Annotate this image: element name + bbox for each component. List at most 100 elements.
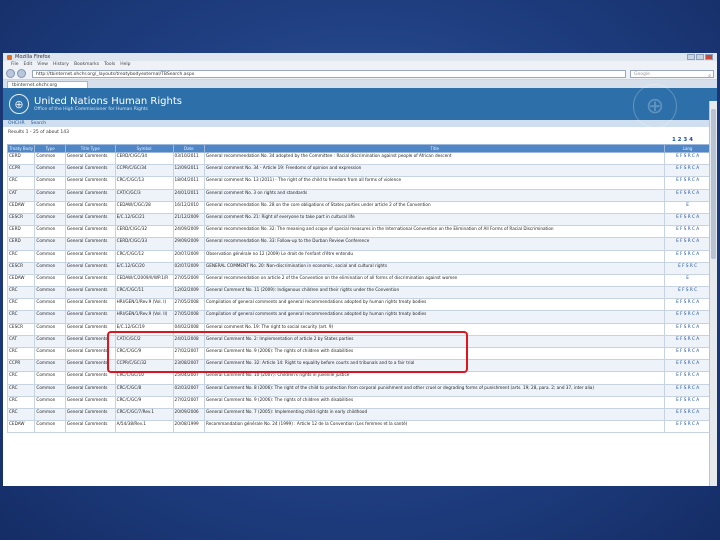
symbol-cell[interactable]: CRC/C/GC/9 <box>114 395 174 409</box>
symbol-cell[interactable]: E/C.12/GC/21 <box>114 212 174 227</box>
header-treaty[interactable]: Treaty Body <box>6 144 36 153</box>
symbol-cell[interactable]: CRC/C/GC/11 <box>114 286 174 300</box>
title-cell[interactable]: General Comment No. 9 (2006): The rights… <box>204 395 666 409</box>
symbol-cell[interactable]: CAT/C/GC/2 <box>114 334 174 349</box>
forward-button[interactable] <box>17 69 26 78</box>
title-cell[interactable]: General comment No. 19: The right to soc… <box>204 322 666 336</box>
search-input[interactable]: Google ⌕ <box>630 69 714 80</box>
menu-view[interactable]: View <box>37 62 48 67</box>
title-cell[interactable]: Compilation of general comments and gene… <box>204 298 666 312</box>
back-button[interactable] <box>6 69 15 78</box>
title-cell[interactable]: Compilation of general comments and gene… <box>204 310 666 324</box>
symbol-cell[interactable]: CERD/C/GC/32 <box>114 225 174 239</box>
symbol-cell[interactable]: CRC/C/GC/13 <box>114 176 174 190</box>
title-cell[interactable]: General recommendation No. 32: The meani… <box>204 225 666 239</box>
lang-cell[interactable]: E F S R C A <box>664 237 711 251</box>
title-cell[interactable]: General comment No. 21: Right of everyon… <box>204 212 666 227</box>
symbol-cell[interactable]: CRC/C/GC/9 <box>114 346 174 361</box>
lang-cell[interactable]: E F S R C A <box>664 188 711 202</box>
lang-cell[interactable]: E F S R C <box>664 286 711 300</box>
title-cell[interactable]: General Comment No. 11 (2009): Indigenou… <box>204 286 666 300</box>
title-cell[interactable]: General Comment No. 32: Article 14: Righ… <box>204 359 666 373</box>
subnav-ohchr[interactable]: OHCHR <box>8 121 25 126</box>
lang-cell[interactable]: E F S R C A <box>664 420 711 434</box>
symbol-cell[interactable]: CRC/C/GC/10 <box>114 371 174 385</box>
symbol-cell[interactable]: CEDAW/C/2009/II/WP.1/R <box>114 273 174 288</box>
title-type-cell: General Comments <box>64 420 116 434</box>
header-date[interactable]: Date <box>172 144 206 153</box>
browser-tab[interactable]: tbinternet.ohchr.org <box>7 81 89 88</box>
symbol-cell[interactable]: CERD/C/GC/34 <box>114 151 174 166</box>
title-cell[interactable]: General comment No. 34 - Article 19: Fre… <box>204 164 666 178</box>
symbol-cell[interactable]: CCPR/C/GC/34 <box>114 164 174 178</box>
symbol-cell[interactable]: CRC/C/GC/8 <box>114 383 174 397</box>
menu-history[interactable]: History <box>53 62 69 67</box>
minimize-button[interactable] <box>687 54 695 60</box>
search-icon[interactable]: ⌕ <box>708 72 711 80</box>
title-cell[interactable]: GENERAL COMMENT No. 20: Non-discriminati… <box>204 261 666 275</box>
title-cell[interactable]: General Comment No. 10 (2007): Children'… <box>204 371 666 385</box>
symbol-cell[interactable]: CEDAW/C/GC/28 <box>114 200 174 214</box>
symbol-cell[interactable]: CRC/C/GC/7/Rev.1 <box>114 407 174 422</box>
header-title[interactable]: Title <box>204 144 666 153</box>
lang-cell[interactable]: E F S R C <box>664 261 711 275</box>
scrollbar-thumb[interactable] <box>711 109 716 259</box>
vertical-scrollbar[interactable] <box>709 101 717 486</box>
pagination[interactable]: 1 2 3 4 <box>3 136 717 144</box>
header-symbol[interactable]: Symbol <box>114 144 174 153</box>
lang-cell[interactable]: E <box>664 273 711 288</box>
address-bar[interactable]: http://tbinternet.ohchr.org/_layouts/tre… <box>32 69 626 78</box>
title-cell[interactable]: General comment No. 13 (2011) - The righ… <box>204 176 666 190</box>
symbol-cell[interactable]: A/54/38/Rev.1 <box>114 420 174 434</box>
lang-cell[interactable]: E F S R C A <box>664 249 711 263</box>
lang-cell[interactable]: E F S R C A <box>664 359 711 373</box>
lang-cell[interactable]: E F S R C A <box>664 407 711 422</box>
lang-cell[interactable]: E F S R C A <box>664 176 711 190</box>
date-cell: 23/08/2007 <box>172 359 206 373</box>
maximize-button[interactable] <box>696 54 704 60</box>
menu-help[interactable]: Help <box>120 62 130 67</box>
header-type[interactable]: Type <box>34 144 66 153</box>
lang-cell[interactable]: E F S R C A <box>664 164 711 178</box>
lang-cell[interactable]: E F S R C A <box>664 225 711 239</box>
symbol-cell[interactable]: E/C.12/GC/20 <box>114 261 174 275</box>
title-cell[interactable]: General Comment No. 2: Implementation of… <box>204 334 666 349</box>
lang-cell[interactable]: E F S R C A <box>664 151 711 166</box>
symbol-cell[interactable]: HRI/GEN/1/Rev.9 (Vol. I) <box>114 298 174 312</box>
menu-file[interactable]: File <box>11 62 19 67</box>
symbol-cell[interactable]: E/C.12/GC/19 <box>114 322 174 336</box>
header-title-type[interactable]: Title Type <box>64 144 116 153</box>
symbol-cell[interactable]: CCPR/C/GC/32 <box>114 359 174 373</box>
title-cell[interactable]: General Comment No. 9 (2006): The rights… <box>204 346 666 361</box>
title-cell[interactable]: General recommendation No. 28 on the cor… <box>204 200 666 214</box>
lang-cell[interactable]: E <box>664 200 711 214</box>
title-cell[interactable]: General recommendation No. 33: Follow-up… <box>204 237 666 251</box>
lang-cell[interactable]: E F S R C A <box>664 310 711 324</box>
title-cell[interactable]: General comment No. 3 on rights and stan… <box>204 188 666 202</box>
lang-cell[interactable]: E F S R C A <box>664 395 711 409</box>
title-cell[interactable]: General Comment No. 8 (2006): The right … <box>204 383 666 397</box>
lang-cell[interactable]: E F S R C A <box>664 322 711 336</box>
lang-cell[interactable]: E F S R C A <box>664 383 711 397</box>
symbol-cell[interactable]: CERD/C/GC/33 <box>114 237 174 251</box>
symbol-cell[interactable]: CRC/C/GC/12 <box>114 249 174 263</box>
title-cell[interactable]: Recommandation générale No. 24 (1999) : … <box>204 420 666 434</box>
date-cell: 27/05/2008 <box>172 298 206 312</box>
title-cell[interactable]: General recommendation on article 2 of t… <box>204 273 666 288</box>
subnav-search[interactable]: Search <box>31 121 46 126</box>
menu-bookmarks[interactable]: Bookmarks <box>74 62 99 67</box>
lang-cell[interactable]: E F S R C A <box>664 371 711 385</box>
title-cell[interactable]: General Comment No. 7 (2005): Implementi… <box>204 407 666 422</box>
menu-edit[interactable]: Edit <box>24 62 33 67</box>
title-cell[interactable]: Observation générale no 12 (2009) Le dro… <box>204 249 666 263</box>
lang-cell[interactable]: E F S R C A <box>664 334 711 349</box>
menu-tools[interactable]: Tools <box>104 62 115 67</box>
close-button[interactable] <box>705 54 713 60</box>
lang-cell[interactable]: E F S R C A <box>664 346 711 361</box>
lang-cell[interactable]: E F S R C A <box>664 212 711 227</box>
symbol-cell[interactable]: HRI/GEN/1/Rev.9 (Vol. II) <box>114 310 174 324</box>
symbol-cell[interactable]: CAT/C/GC/3 <box>114 188 174 202</box>
header-lang[interactable]: Lang <box>664 144 711 153</box>
lang-cell[interactable]: E F S R C A <box>664 298 711 312</box>
title-cell[interactable]: General recommendation No. 34 adopted by… <box>204 151 666 166</box>
